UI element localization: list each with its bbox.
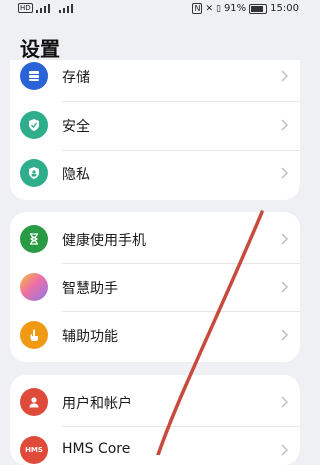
hms-icon-text: HMS: [25, 446, 43, 454]
shield-icon: [20, 111, 48, 139]
nfc-icon: N: [192, 3, 203, 14]
mute-icon: ✕: [205, 3, 213, 14]
settings-item-label: 用户和帐户: [62, 396, 132, 412]
chevron-right-icon: [281, 281, 289, 293]
settings-item-accessibility[interactable]: 辅助功能: [10, 312, 300, 360]
user-icon: [20, 388, 48, 416]
chevron-right-icon: [281, 396, 289, 408]
assistant-orb-icon: [20, 273, 48, 301]
chevron-right-icon: [281, 444, 289, 456]
hourglass-icon: [20, 225, 48, 253]
hand-icon: [20, 321, 48, 349]
settings-card-1: 存储 安全 隐私: [10, 60, 300, 200]
status-bar: HD N ✕ ▯ 91% 15:00: [0, 0, 313, 18]
signal-icon: [35, 3, 56, 13]
battery-percent: 91%: [223, 3, 247, 14]
settings-item-users-accounts[interactable]: 用户和帐户: [10, 379, 300, 427]
signal-icon-2: [58, 3, 79, 13]
settings-item-digital-balance[interactable]: 健康使用手机: [10, 216, 300, 264]
settings-item-smart-assistant[interactable]: 智慧助手: [10, 264, 300, 312]
settings-item-security[interactable]: 安全: [10, 102, 300, 150]
clock: 15:00: [270, 3, 299, 14]
chevron-right-icon: [281, 167, 289, 179]
chevron-right-icon: [281, 233, 289, 245]
chevron-right-icon: [281, 119, 289, 131]
settings-item-label: 存储: [62, 70, 90, 86]
settings-item-hms-core[interactable]: HMS HMS Core: [10, 427, 300, 465]
hms-icon: HMS: [20, 436, 48, 464]
chevron-right-icon: [281, 329, 289, 341]
settings-item-label: 隐私: [62, 167, 90, 183]
settings-item-label: 辅助功能: [62, 329, 118, 345]
page-title: 设置: [20, 37, 60, 61]
settings-item-label: 健康使用手机: [62, 233, 146, 249]
settings-item-label: 安全: [62, 119, 90, 135]
chevron-right-icon: [281, 70, 289, 82]
storage-icon: [20, 62, 48, 90]
settings-card-3: 用户和帐户 HMS HMS Core: [10, 375, 300, 465]
vibrate-icon: ▯: [215, 3, 221, 14]
settings-item-storage[interactable]: 存储: [10, 60, 300, 101]
settings-item-label: 智慧助手: [62, 281, 118, 297]
battery-icon: [249, 3, 268, 14]
settings-card-2: 健康使用手机 智慧助手 辅助功能: [10, 212, 300, 362]
settings-item-privacy[interactable]: 隐私: [10, 150, 300, 198]
privacy-icon: [20, 159, 48, 187]
hd-indicator: HD: [18, 3, 33, 13]
